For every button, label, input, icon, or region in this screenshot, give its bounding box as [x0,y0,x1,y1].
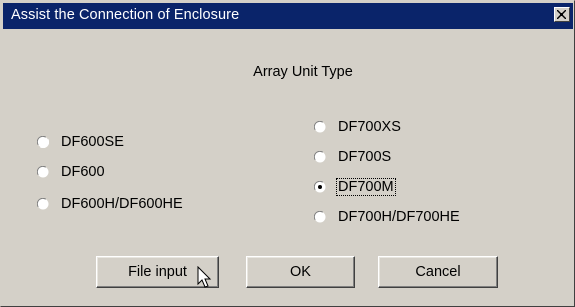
radio-label: DF700H/DF700HE [338,209,460,225]
dialog-body: Array Unit Type DF600SE DF600 DF600H/DF6… [3,29,573,305]
close-button[interactable] [554,7,570,22]
radio-df600se[interactable]: DF600SE [37,132,126,152]
radio-button-checked-icon[interactable] [314,181,326,193]
radio-df700h-df700he[interactable]: DF700H/DF700HE [314,207,462,227]
dialog-window: Assist the Connection of Enclosure Array… [0,0,575,307]
radio-df600h-df600he[interactable]: DF600H/DF600HE [37,194,185,214]
window-title: Assist the Connection of Enclosure [11,7,240,23]
radio-label: DF600SE [61,134,124,150]
title-bar[interactable]: Assist the Connection of Enclosure [3,3,573,29]
array-unit-type-label: Array Unit Type [253,64,353,80]
radio-label: DF700M [336,178,396,196]
radio-button-icon[interactable] [314,211,326,223]
arrow-pointer-icon [197,266,212,288]
radio-button-icon[interactable] [37,198,49,210]
radio-label: DF700XS [338,119,401,135]
close-icon [557,10,566,19]
ok-button[interactable]: OK [246,256,355,288]
radio-button-icon[interactable] [37,136,49,148]
radio-df600[interactable]: DF600 [37,162,107,182]
radio-button-icon[interactable] [37,166,49,178]
radio-df700xs[interactable]: DF700XS [314,117,403,137]
radio-label: DF700S [338,149,392,165]
radio-button-icon[interactable] [314,151,326,163]
radio-button-icon[interactable] [314,121,326,133]
radio-df700s[interactable]: DF700S [314,147,393,167]
radio-label: DF600H/DF600HE [61,196,183,212]
radio-label: DF600 [61,164,105,180]
radio-df700m[interactable]: DF700M [314,177,396,197]
cancel-button[interactable]: Cancel [378,256,498,288]
